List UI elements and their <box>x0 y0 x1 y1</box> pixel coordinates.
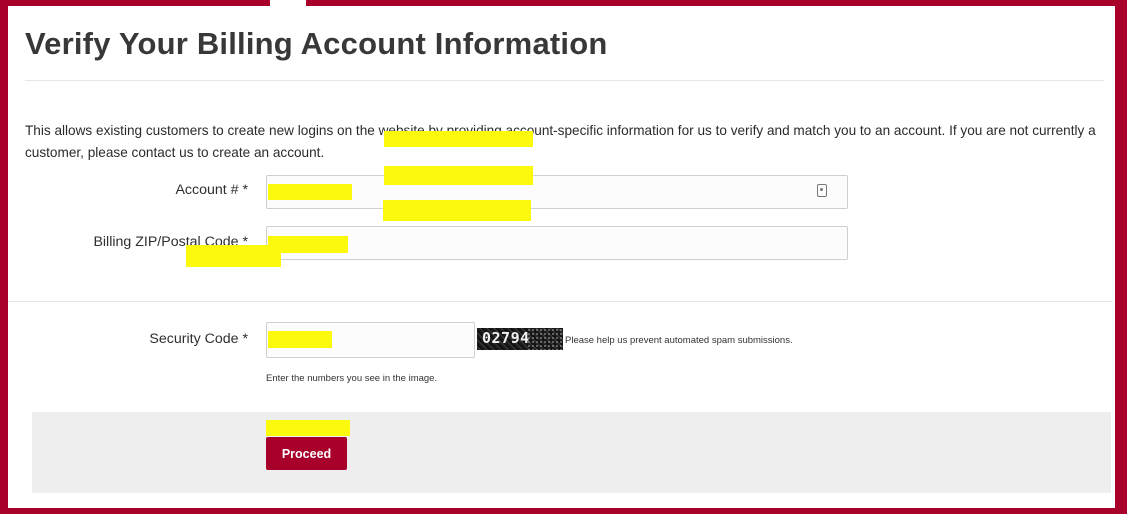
redaction-mark <box>268 184 352 200</box>
captcha-noise <box>527 328 563 350</box>
redaction-mark <box>383 200 531 221</box>
page-title: Verify Your Billing Account Information <box>25 26 608 61</box>
redaction-mark <box>266 420 350 436</box>
contact-card-icon[interactable] <box>817 184 827 197</box>
redaction-mark <box>268 236 348 253</box>
form-actions-bar <box>32 412 1111 493</box>
captcha-note: Please help us prevent automated spam su… <box>565 335 793 346</box>
security-code-hint: Enter the numbers you see in the image. <box>266 373 438 384</box>
redaction-mark <box>268 331 332 348</box>
account-label: Account # * <box>175 182 248 198</box>
proceed-button[interactable]: Proceed <box>266 437 347 470</box>
title-divider <box>25 80 1104 81</box>
redaction-mark <box>384 131 533 147</box>
redaction-mark <box>384 166 533 185</box>
section-divider <box>8 301 1112 302</box>
redaction-mark <box>186 245 281 267</box>
security-code-label: Security Code * <box>149 331 248 347</box>
frame-gap <box>270 0 306 6</box>
account-number-input[interactable] <box>266 175 848 209</box>
billing-zip-input[interactable] <box>266 226 848 260</box>
captcha-image: 02794 <box>477 328 563 350</box>
captcha-text: 02794 <box>482 329 530 347</box>
intro-text: This allows existing customers to create… <box>25 123 1096 160</box>
